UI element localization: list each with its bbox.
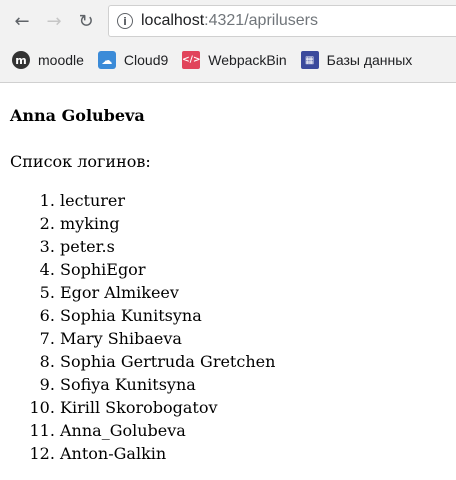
list-item: Egor Almikeev xyxy=(60,281,456,304)
browser-toolbar: ← → ↻ i localhost:4321/aprilusers xyxy=(0,0,456,42)
bookmark-label: moodle xyxy=(38,52,84,68)
bookmark-moodle[interactable]: m moodle xyxy=(12,51,84,69)
list-item: peter.s xyxy=(60,235,456,258)
cloud9-icon: ☁ xyxy=(97,51,116,69)
bookmark-label: Базы данных xyxy=(326,52,413,68)
list-item: Sophia Gertruda Gretchen xyxy=(60,350,456,373)
address-bar[interactable]: i localhost:4321/aprilusers xyxy=(108,5,456,37)
forward-button[interactable]: → xyxy=(40,7,68,35)
webpackbin-icon: </> xyxy=(182,51,200,69)
logins-caption: Список логинов: xyxy=(10,152,151,171)
back-arrow-icon: ← xyxy=(14,10,30,32)
list-item: Mary Shibaeva xyxy=(60,327,456,350)
list-item: SophiEgor xyxy=(60,258,456,281)
database-icon: ▦ xyxy=(300,51,319,69)
list-item: lecturer xyxy=(60,189,456,212)
list-item: Anton-Galkin xyxy=(60,442,456,465)
info-icon[interactable]: i xyxy=(117,13,133,29)
list-item: Sophia Kunitsyna xyxy=(60,304,456,327)
browser-chrome: ← → ↻ i localhost:4321/aprilusers m mood… xyxy=(0,0,456,83)
reload-icon: ↻ xyxy=(78,10,94,32)
bookmark-webpackbin[interactable]: </> WebpackBin xyxy=(182,51,287,69)
bookmark-label: Cloud9 xyxy=(123,52,169,68)
list-item: Kirill Skorobogatov xyxy=(60,396,456,419)
bookmark-database[interactable]: ▦ Базы данных xyxy=(300,51,413,69)
url-path: :4321/aprilusers xyxy=(204,12,318,29)
bookmark-label: WebpackBin xyxy=(208,52,287,68)
bookmark-cloud9[interactable]: ☁ Cloud9 xyxy=(97,51,169,69)
list-item: Sofiya Kunitsyna xyxy=(60,373,456,396)
list-item: Anna_Golubeva xyxy=(60,419,456,442)
forward-arrow-icon: → xyxy=(46,10,62,32)
reload-button[interactable]: ↻ xyxy=(72,7,100,35)
page-content: Anna Golubeva Список логинов: lecturer m… xyxy=(0,106,456,465)
list-item: myking xyxy=(60,212,456,235)
author-heading: Anna Golubeva xyxy=(10,106,145,125)
moodle-icon: m xyxy=(12,51,30,69)
bookmarks-bar: m moodle ☁ Cloud9 </> WebpackBin ▦ Базы … xyxy=(0,42,456,78)
back-button[interactable]: ← xyxy=(8,7,36,35)
url-host: localhost xyxy=(141,12,205,29)
logins-list: lecturer myking peter.s SophiEgor Egor A… xyxy=(10,189,456,465)
